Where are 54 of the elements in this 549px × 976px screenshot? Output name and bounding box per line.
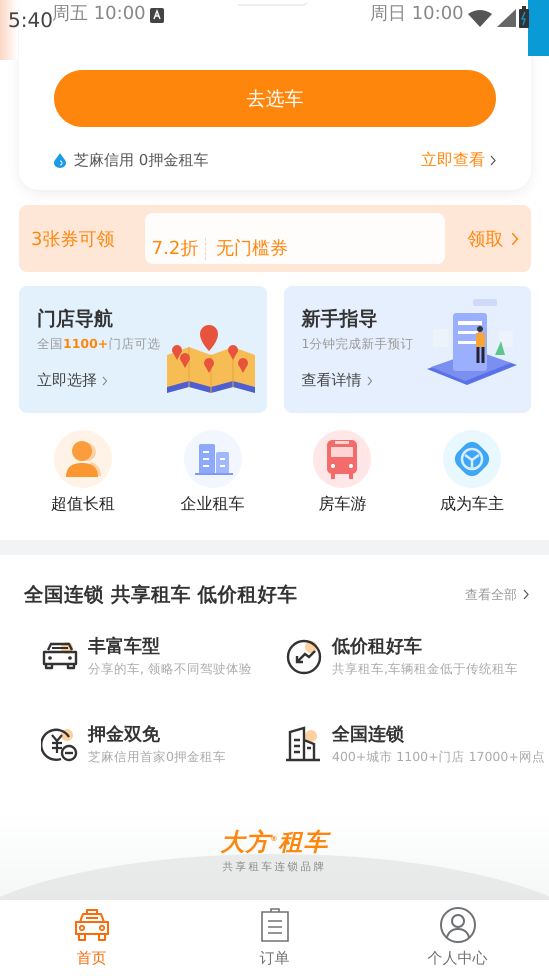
wifi-icon: [468, 10, 492, 27]
battery-icon: [519, 6, 529, 28]
chevron-right-icon: [366, 376, 372, 386]
quick-link-label[interactable]: 企业租车: [180, 494, 245, 515]
card-subtitle: 全国1100+门店可选: [37, 336, 162, 353]
quick-link-label[interactable]: 超值长租: [50, 494, 115, 515]
side-panel-edge: [528, 0, 549, 56]
tab-label: 订单: [260, 949, 290, 968]
down-trend-icon: [285, 637, 323, 675]
tab-item[interactable]: 订单: [183, 900, 366, 976]
keyboard-icon: [150, 8, 164, 23]
promo-card[interactable]: 门店导航 全国1100+门店可选 立即选择: [19, 286, 266, 413]
person-icon: [64, 440, 101, 478]
quick-link-label[interactable]: 房车游: [318, 494, 366, 515]
tab-label: 个人中心: [428, 949, 488, 968]
signal-icon: [497, 9, 516, 27]
chevron-right-icon: [490, 154, 496, 166]
user-icon: [438, 906, 476, 944]
card-link[interactable]: 查看详情: [302, 371, 372, 390]
feature-title: 全国连锁: [332, 723, 405, 746]
clock-time: 5:40: [8, 8, 53, 32]
water-drop-icon: [54, 152, 66, 168]
building-icon: [285, 726, 323, 762]
chevron-right-icon: [522, 589, 529, 600]
quick-link-label[interactable]: 成为车主: [440, 494, 504, 515]
card-title: 新手指导: [302, 307, 378, 332]
building-icon: [192, 442, 233, 476]
card-link[interactable]: 立即选择: [37, 371, 108, 390]
feature-title: 押金双免: [88, 723, 161, 746]
feature-title: 丰富车型: [88, 635, 161, 658]
chevron-right-icon: [102, 376, 108, 386]
tab-item[interactable]: 个人中心: [366, 900, 549, 976]
credit-text: 芝麻信用 0押金租车: [74, 150, 210, 170]
feature-description: 共享租车,车辆租金低于传统租车: [332, 661, 518, 678]
feature-description: 芝麻信用首家0押金租车: [88, 749, 226, 766]
section-title: 全国连锁 共享租车 低价租好车: [24, 582, 299, 608]
brand-slogan: 共享租车连锁品牌: [222, 860, 326, 874]
clipboard-icon: [260, 908, 290, 942]
card-title: 门店导航: [37, 307, 114, 332]
discount-text: 7.2折: [145, 238, 206, 260]
promo-card[interactable]: 新手指导 1分钟完成新手预订 查看详情: [284, 286, 531, 413]
bus-icon: [326, 438, 358, 480]
card-subtitle: 1分钟完成新手预订: [302, 336, 414, 353]
feature-description: 400+城市 1100+门店 17000+网点: [332, 749, 545, 766]
date-time-text: 周日 10:00: [370, 2, 464, 25]
coupon-count-label: 3张券可领: [31, 228, 116, 250]
date-time-text: 周五 10:00: [52, 2, 146, 25]
tab-label: 首页: [76, 949, 106, 968]
feature-description: 分享的车, 领略不同驾驶体验: [88, 661, 252, 678]
taxi-icon: [72, 908, 110, 942]
brand-logo: 大方$^{®}$租车: [220, 826, 328, 858]
chevron-right-icon: [511, 232, 519, 246]
coupon-name: 无门槛券: [216, 237, 288, 260]
feature-title: 低价租好车: [332, 635, 423, 658]
